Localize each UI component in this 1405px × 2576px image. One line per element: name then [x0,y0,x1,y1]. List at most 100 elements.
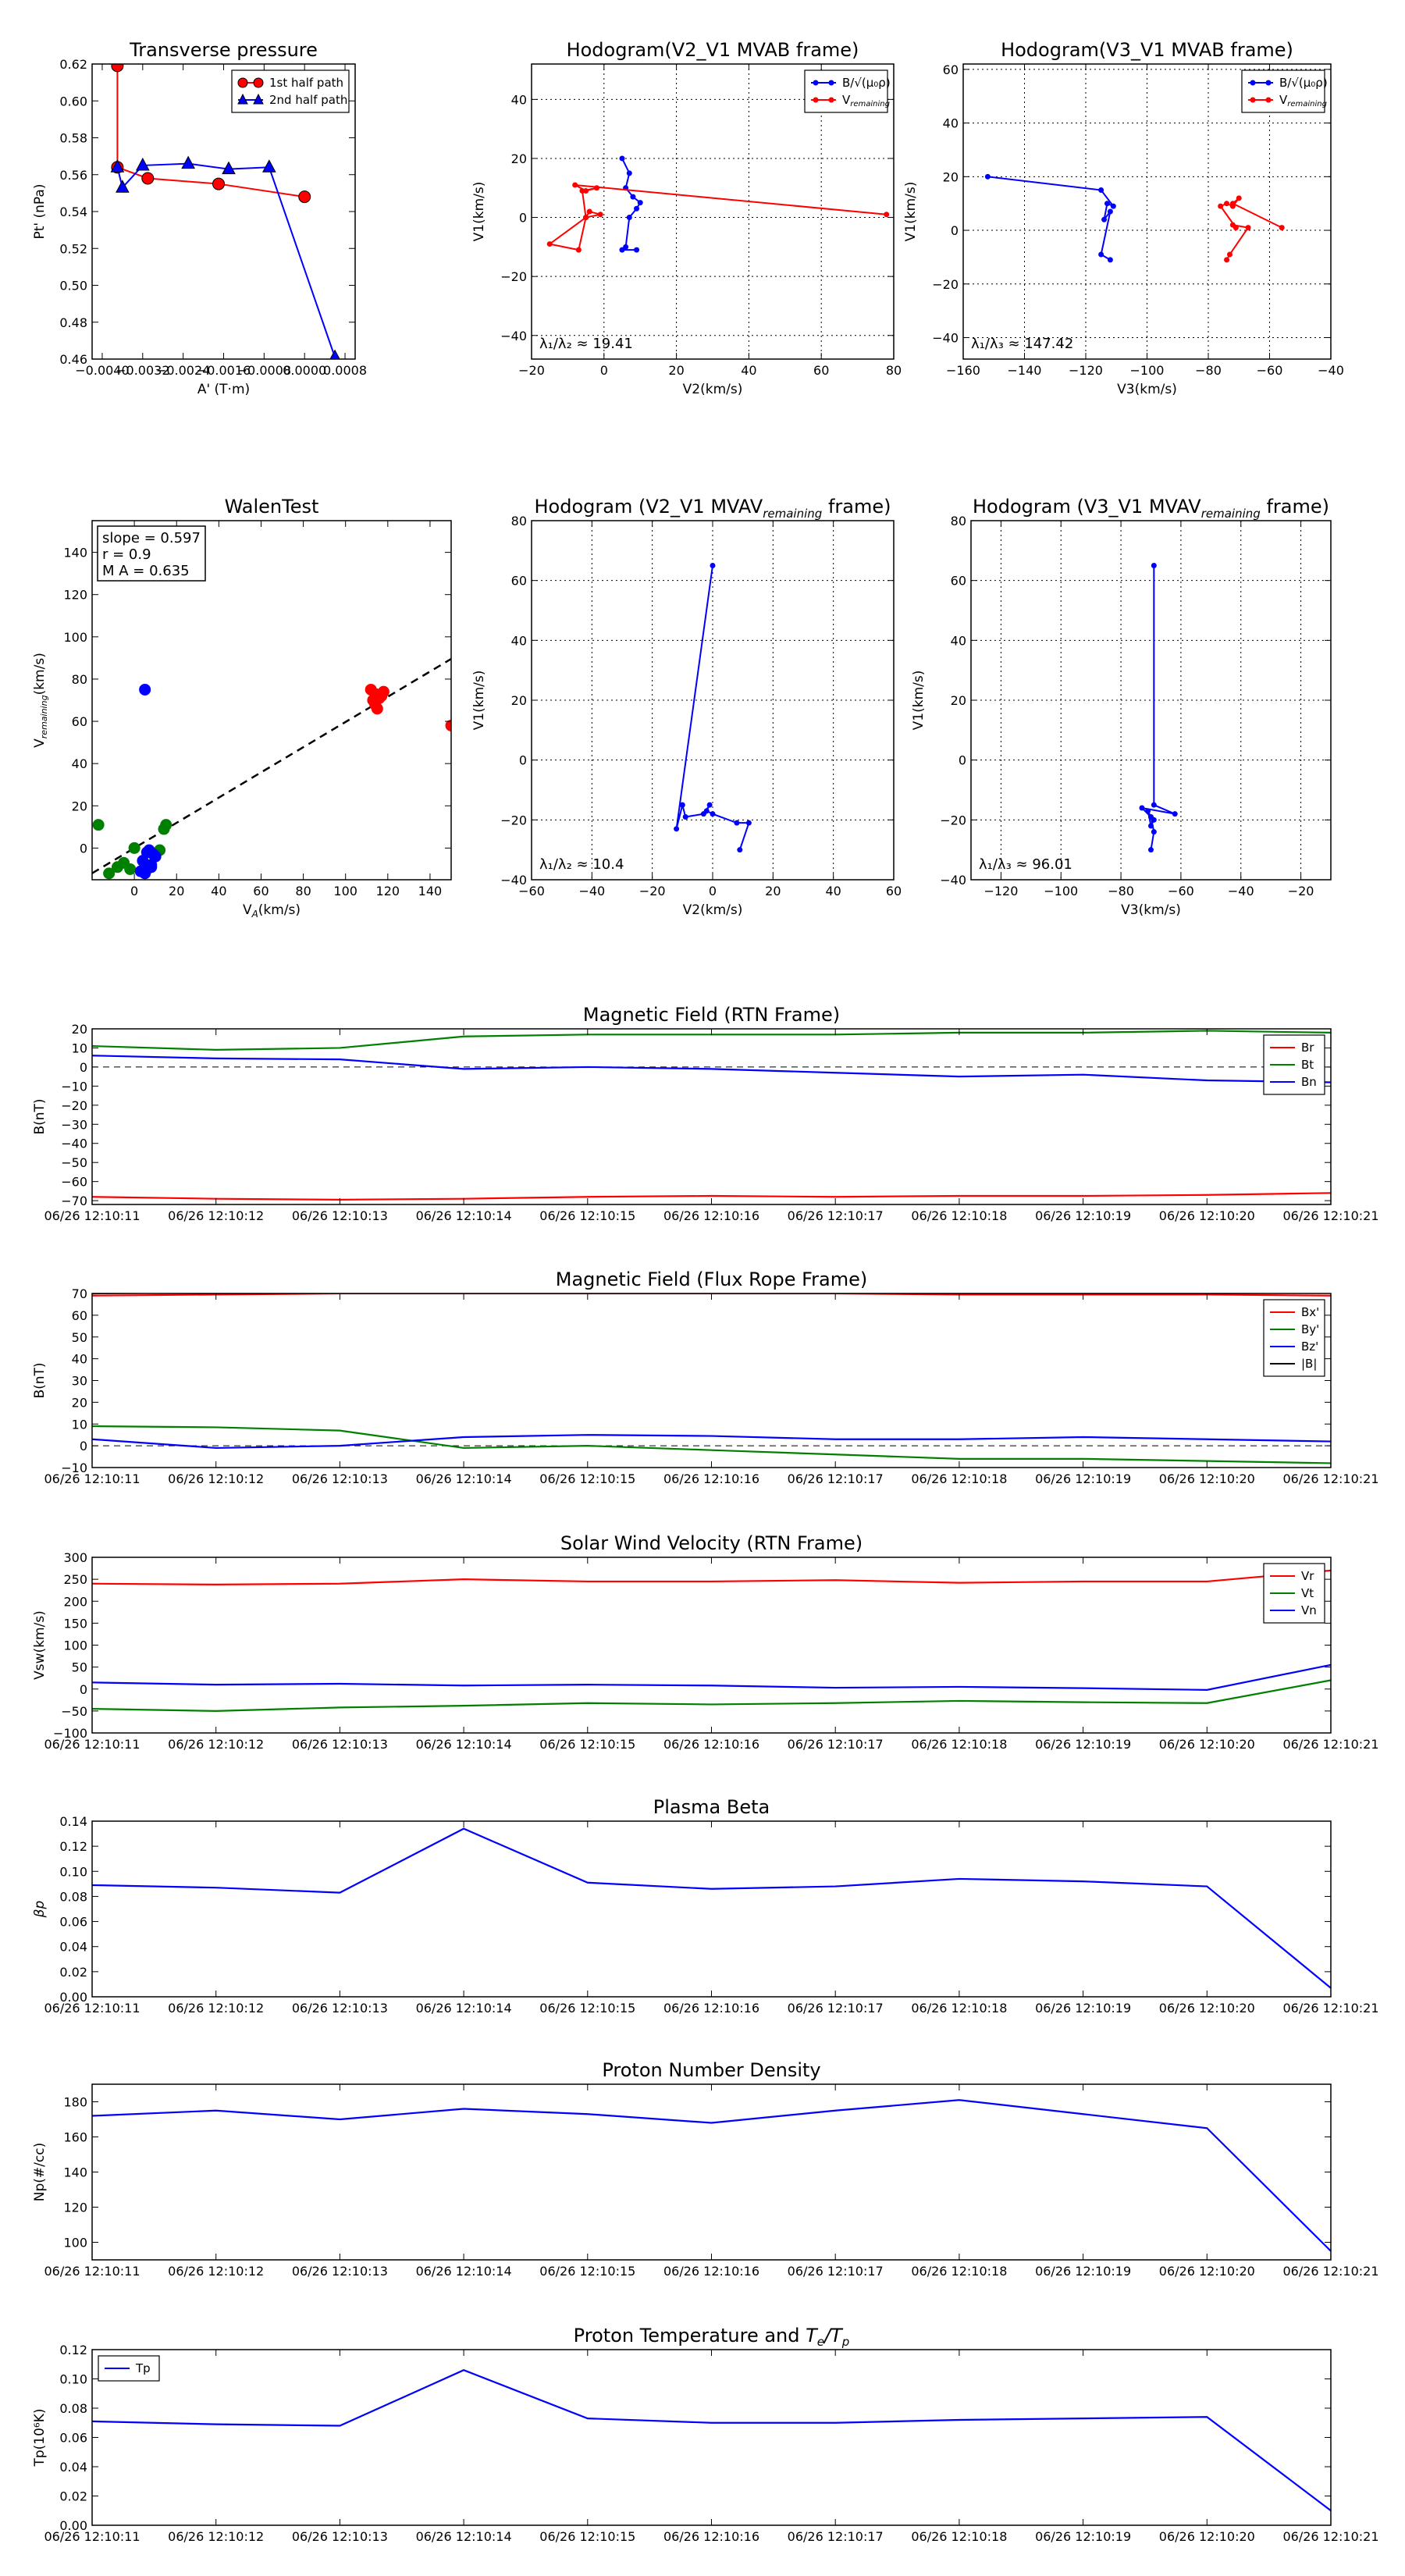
chart-title: Hodogram (V2_V1 MVAVremaining frame) [535,496,891,521]
axes-frame [91,2349,1332,2526]
chart-title: Magnetic Field (Flux Rope Frame) [556,1268,867,1290]
data-point [1236,195,1242,201]
y-tick-label: 50 [72,1660,87,1675]
panel-transverse_pressure: −0.0040−0.0032−0.0024−0.0016−0.00080.000… [32,39,367,397]
y-tick-label: 100 [63,630,87,645]
y-tick-label: 40 [72,1352,87,1367]
x-tick-label: 06/26 12:10:15 [539,2529,635,2544]
y-tick-label: 0 [951,223,959,238]
x-tick-label: 06/26 12:10:19 [1035,1208,1131,1223]
y-tick-label: 0.06 [59,2431,87,2446]
x-tick-label: 06/26 12:10:12 [168,2264,264,2279]
label-subscript: A [251,909,258,920]
y-tick-label: 0.00 [59,1990,87,2005]
chart-title: Proton Temperature and Te/Tp [574,2325,850,2349]
x-tick-label: 140 [418,884,443,898]
data-point [1101,216,1108,222]
x-tick-label: 0.0000 [283,363,326,378]
y-tick-label: 100 [63,2236,87,2250]
axes-frame [91,1028,1332,1205]
label-part: (km/s) [32,653,48,695]
plot-area [92,2369,1331,2512]
chart-title: Hodogram (V3_V1 MVAVremaining frame) [973,496,1329,521]
data-point [298,190,311,204]
y-tick-label: 0.60 [59,94,87,109]
x-tick-label: 80 [886,363,902,378]
legend-marker [813,97,819,103]
data-point [124,863,137,875]
x-tick-label: 06/26 12:10:19 [1035,1471,1131,1486]
y-tick-label: −20 [932,277,959,292]
panel-mag_rtn: 06/26 12:10:11 06/26 12:10:12 06/26 12:10:… [32,1004,1379,1223]
x-tick-label: 06/26 12:10:14 [416,2001,512,2016]
x-tick-label: 06/26 12:10:16 [663,1737,759,1752]
x-tick-label: 06/26 12:10:19 [1035,1737,1131,1752]
x-tick-label: 0 [130,884,138,898]
x-tick-label: 0.0008 [323,363,367,378]
x-tick-label: 06/26 12:10:11 [44,2001,140,2016]
y-axis-label: V1(km/s) [471,182,487,242]
x-tick-label: 40 [825,884,841,898]
x-tick-label: 06/26 12:10:17 [788,2529,884,2544]
y-tick-label: 0.56 [59,168,87,183]
panel-walen_test: 0 20 40 60 80 100 120 140 0 20 40 60 80 100 120 140 Wale… [32,496,452,920]
data-point [181,155,195,169]
x-tick-label: 20 [169,884,184,898]
x-tick-label: 06/26 12:10:16 [663,2001,759,2016]
x-tick-label: 40 [741,363,756,378]
x-tick-label: 06/26 12:10:20 [1159,2264,1255,2279]
series-line-V remaining [547,183,887,251]
y-tick-label: 0 [80,1060,87,1075]
y-tick-label: 0.08 [59,2401,87,2416]
data-point [984,173,991,180]
stats-text: r = 0.9 [102,546,151,563]
x-tick-label: 06/26 12:10:16 [663,2529,759,2544]
label-part: (km/s) [258,902,301,918]
x-tick-label: 06/26 12:10:14 [416,2529,512,2544]
y-tick-label: −40 [932,331,959,346]
title-subscript: remaining [763,507,822,521]
data-point [597,212,603,218]
x-tick-label: 06/26 12:10:21 [1282,2001,1378,2016]
panel-mag_fluxrope: 06/26 12:10:11 06/26 12:10:12 06/26 12:10:… [32,1268,1379,1486]
x-tick-label: 06/26 12:10:20 [1159,1737,1255,1752]
x-tick-label: 06/26 12:10:16 [663,1208,759,1223]
y-tick-label: −10 [61,1461,87,1475]
data-point [1245,225,1251,231]
y-tick-label: −10 [61,1079,87,1094]
x-tick-label: 06/26 12:10:14 [416,1737,512,1752]
data-point [626,170,632,176]
x-tick-label: −100 [1044,884,1078,898]
y-tick-label: 100 [63,1638,87,1653]
x-tick-label: −40 [578,884,605,898]
y-axis-label: B(nT) [32,1098,48,1134]
y-tick-label: 0 [519,753,527,768]
y-axis-label: Np(#/cc) [32,2143,48,2201]
data-point [140,846,153,859]
x-tick-label: 06/26 12:10:11 [44,2529,140,2544]
title-subscript: p [841,2335,850,2349]
legend-subscript: remaining [1287,100,1327,109]
y-tick-label: 0.12 [59,1839,87,1854]
y-tick-label: 180 [63,2095,87,2110]
data-point [1151,802,1157,808]
x-tick-label: 06/26 12:10:12 [168,2529,264,2544]
data-point [1145,808,1151,814]
data-point [546,241,553,247]
y-tick-label: 20 [951,693,966,708]
x-tick-label: 60 [813,363,829,378]
y-tick-label: 250 [63,1572,87,1587]
y-tick-label: 120 [63,2201,87,2215]
series-line-Vr [92,1569,1331,1585]
axes-frame [91,2083,1332,2261]
data-point [572,182,578,188]
x-tick-label: 06/26 12:10:14 [416,1471,512,1486]
x-tick-label: 06/26 12:10:12 [168,1208,264,1223]
x-tick-label: −60 [1168,884,1194,898]
data-point [377,685,389,698]
y-tick-label: 40 [72,756,87,771]
legend-label: Tp [135,2361,151,2375]
x-tick-label: 20 [668,363,684,378]
data-point [682,814,688,820]
x-tick-label: 06/26 12:10:18 [911,1208,1007,1223]
